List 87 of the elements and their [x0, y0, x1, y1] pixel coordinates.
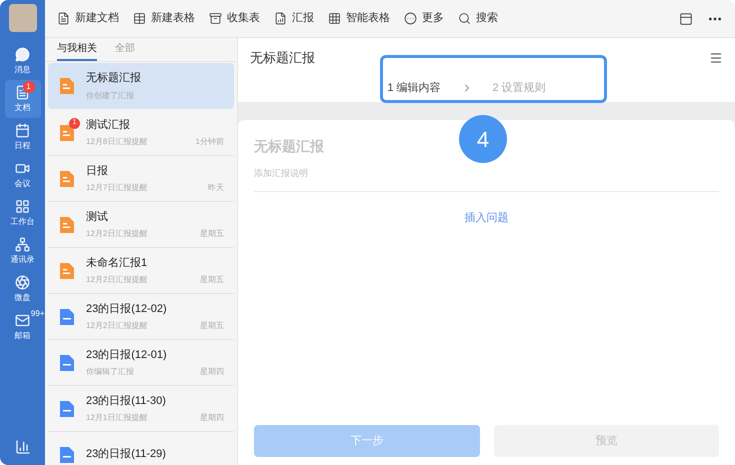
item-subtitle: 12月2日汇报提醒 [86, 274, 148, 286]
report-file-icon [58, 170, 76, 188]
item-title: 23的日报(11-30) [86, 394, 167, 409]
nav-item[interactable]: 文档 1 [4, 80, 40, 118]
menu-icon[interactable] [709, 50, 723, 65]
item-time: 1分钟前 [196, 136, 224, 148]
toolbar-button[interactable]: 更多 [404, 10, 444, 27]
editor-title: 无标题汇报 [250, 49, 315, 67]
step-label[interactable]: 1 编辑内容 [387, 80, 440, 96]
report-list-item[interactable]: 23的日报(11-30) 12月1日汇报提醒 星期四 [48, 386, 234, 432]
nav-label: 日程 [14, 140, 30, 152]
item-title: 测试汇报 [86, 118, 131, 133]
nav-label: 邮箱 [14, 330, 30, 342]
grid-icon [15, 198, 30, 214]
report-file-icon [58, 216, 76, 234]
toolbar-button[interactable]: 新建文档 [57, 10, 119, 27]
unread-count: 99+ [30, 308, 44, 320]
toolbar-button[interactable]: 智能表格 [328, 10, 390, 27]
search-icon [458, 12, 471, 25]
report-list-item[interactable]: 无标题汇报 你创建了汇报 [48, 63, 234, 109]
item-title: 无标题汇报 [86, 71, 142, 86]
item-subtitle: 12月2日汇报提醒 [86, 320, 148, 332]
item-time: 星期五 [200, 320, 224, 332]
unread-badge: 1 [22, 81, 34, 93]
item-subtitle: 你创建了汇报 [86, 90, 134, 102]
nav-item[interactable]: 会议 [4, 156, 40, 194]
report-list-item[interactable]: 未命名汇报1 12月2日汇报提醒 星期五 [48, 248, 234, 294]
document-file-icon [58, 308, 76, 326]
report-icon [274, 12, 287, 25]
nav-item[interactable]: 微盘 [4, 270, 40, 308]
item-time: 星期四 [200, 412, 224, 424]
toolbar-button[interactable]: 搜索 [458, 10, 498, 27]
nav-item[interactable]: 通讯录 [4, 232, 40, 270]
report-file-icon [58, 77, 76, 95]
nav-label: 会议 [14, 178, 30, 190]
document-file-icon [58, 354, 76, 372]
archive-icon [209, 12, 222, 25]
nav-label: 微盘 [14, 292, 30, 304]
report-list-item[interactable]: 测试 12月2日汇报提醒 星期五 [48, 202, 234, 248]
item-time: 昨天 [208, 182, 224, 194]
nav-item[interactable]: 工作台 [4, 194, 40, 232]
item-subtitle: 12月1日汇报提醒 [86, 412, 148, 424]
aperture-icon [15, 274, 30, 290]
item-time: 星期五 [200, 228, 224, 240]
filter-tab[interactable]: 与我相关 [57, 38, 97, 61]
grid-icon [328, 12, 341, 25]
bar-chart-icon[interactable] [14, 439, 30, 455]
item-subtitle: 12月7日汇报提醒 [86, 182, 148, 194]
item-title: 日报 [86, 164, 109, 179]
document-icon [57, 12, 70, 25]
report-list-item[interactable]: 日报 12月7日汇报提醒 昨天 [48, 156, 234, 202]
form-title: 无标题汇报 [254, 137, 324, 156]
avatar [8, 4, 36, 32]
toolbar-button[interactable]: 新建表格 [133, 10, 195, 27]
item-subtitle: 12月2日汇报提醒 [86, 228, 148, 240]
report-file-icon [58, 124, 76, 142]
item-title: 未命名汇报1 [86, 256, 148, 271]
nav-label: 文档 [14, 102, 30, 114]
report-list-item[interactable]: 23的日报(11-29) [48, 432, 234, 465]
nav-label: 通讯录 [10, 254, 34, 266]
item-subtitle: 你编辑了汇报 [86, 366, 134, 378]
toolbar-button[interactable]: 汇报 [274, 10, 314, 27]
item-title: 23的日报(11-29) [86, 447, 167, 462]
report-file-icon [58, 262, 76, 280]
table-icon [133, 12, 146, 25]
nav-item[interactable]: 日程 [4, 118, 40, 156]
mail-icon [15, 312, 30, 328]
calendar-icon [15, 122, 30, 138]
report-list-item[interactable]: 23的日报(12-01) 你编辑了汇报 星期四 [48, 340, 234, 386]
nav-label: 消息 [14, 64, 30, 76]
document-icon [15, 84, 30, 100]
item-subtitle: 12月8日汇报提醒 [86, 136, 148, 148]
description-field[interactable]: 添加汇报说明 [254, 167, 719, 180]
item-time: 星期五 [200, 274, 224, 286]
more-icon [404, 12, 417, 25]
item-title: 测试 [86, 210, 109, 225]
item-title: 23的日报(12-02) [86, 302, 168, 317]
nav-label: 工作台 [10, 216, 34, 228]
chat-icon [15, 46, 30, 62]
item-time: 星期四 [200, 366, 224, 378]
org-chart-icon [15, 236, 30, 252]
document-file-icon [58, 400, 76, 418]
toolbar-button[interactable]: 收集表 [209, 10, 260, 27]
item-title: 23的日报(12-01) [86, 348, 168, 363]
nav-item[interactable]: 消息 [4, 42, 40, 80]
layout-icon[interactable] [679, 12, 693, 26]
report-list-item[interactable]: 23的日报(12-02) 12月2日汇报提醒 星期五 [48, 294, 234, 340]
